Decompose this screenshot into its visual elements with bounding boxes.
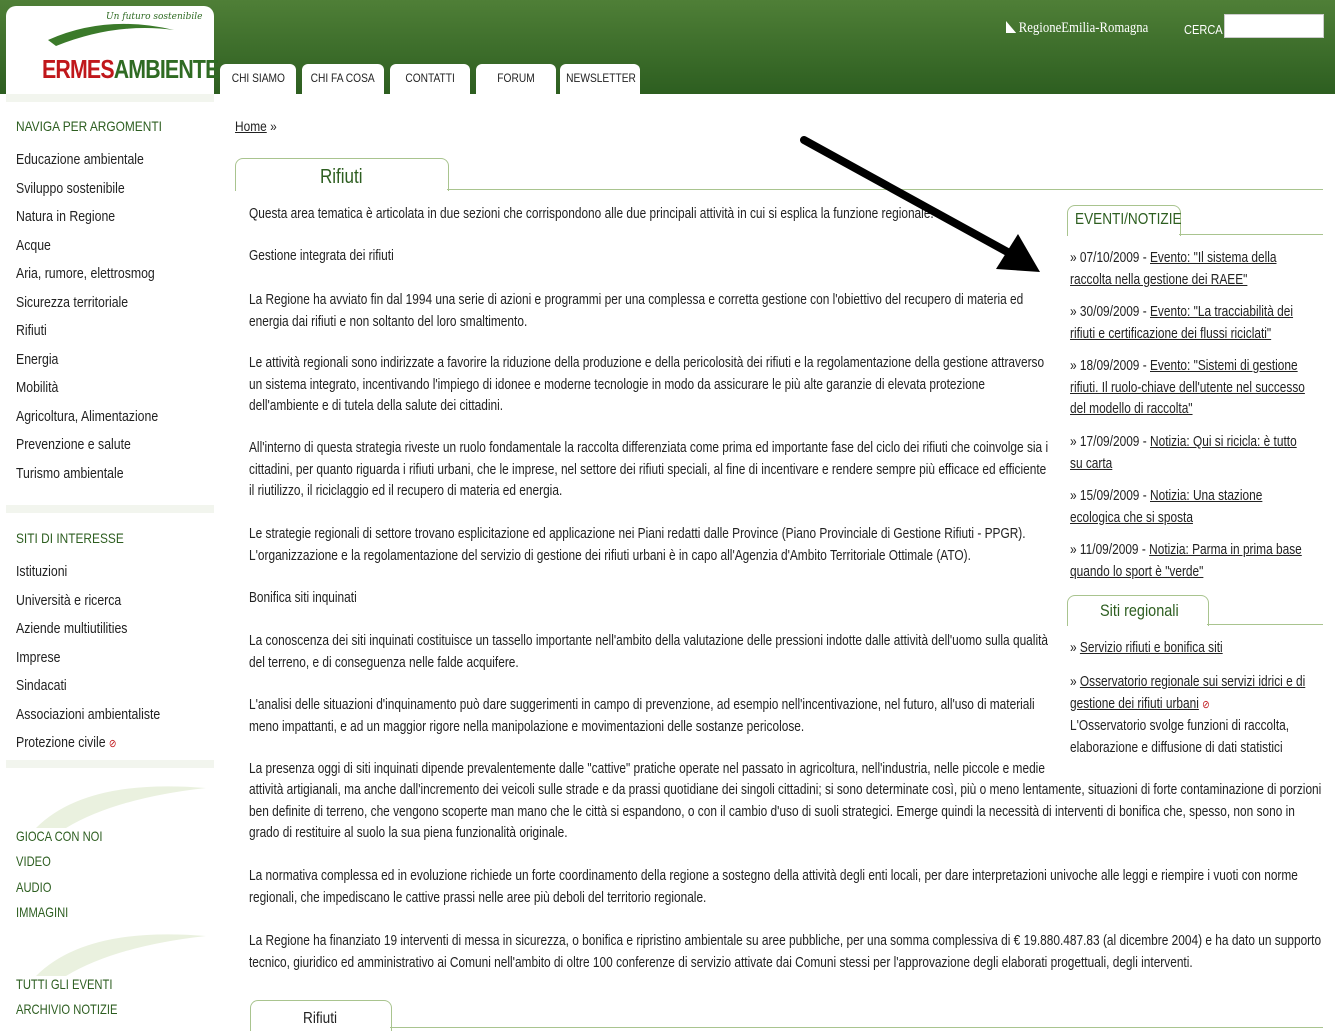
tab-label: CONTATTI xyxy=(405,71,455,85)
external-link-icon: ⊘ xyxy=(1202,698,1210,711)
paragraph-1: La Regione ha avviato fin dal 1994 una s… xyxy=(249,292,1024,330)
sidebar-item-rifiuti[interactable]: Rifiuti xyxy=(16,322,47,339)
section-heading-bonifica: Bonifica siti inquinati xyxy=(249,590,357,606)
paragraph-7b: attività artigianali, ma anche dall'incr… xyxy=(249,782,1322,841)
event-item: » 17/09/2009 - Notizia: Qui si ricicla: … xyxy=(1070,434,1297,472)
sidebar-site-sindacati[interactable]: Sindacati xyxy=(16,677,67,694)
breadcrumb: Home » xyxy=(235,118,277,134)
tab-chi-fa-cosa[interactable]: CHI FA COSA xyxy=(302,64,384,94)
sidebar-link-tutti-eventi[interactable]: TUTTI GLI EVENTI xyxy=(16,976,112,992)
paragraph-2: Le attività regionali sono indirizzate a… xyxy=(249,355,1045,414)
event-date: 30/09/2009 xyxy=(1079,304,1140,320)
breadcrumb-home-link[interactable]: Home xyxy=(235,118,267,134)
sidebar-site-istituzioni[interactable]: Istituzioni xyxy=(16,563,67,580)
site-logo[interactable]: Un futuro sostenibile ERMESAMBIENTE xyxy=(6,6,219,94)
sidebar-heading-sites: SITI DI INTERESSE xyxy=(16,530,124,546)
event-date: 15/09/2009 xyxy=(1079,488,1140,504)
region-flag-icon xyxy=(1006,21,1017,33)
paragraph-4b: L'organizzazione e la regolamentazione d… xyxy=(249,548,971,564)
sidebar-item-aria[interactable]: Aria, rumore, elettrosmog xyxy=(16,265,155,282)
paragraph-7a: La presenza oggi di siti inquinati dipen… xyxy=(249,761,1045,777)
tab-label: NEWSLETTER xyxy=(566,71,636,85)
sidebar-heading-topics: NAVIGA PER ARGOMENTI xyxy=(16,118,162,134)
section-heading-gestione: Gestione integrata dei rifiuti xyxy=(249,248,394,264)
sidebar-site-universita[interactable]: Università e ricerca xyxy=(16,592,121,609)
sidebar-site-aziende[interactable]: Aziende multiutilities xyxy=(16,620,127,637)
sidebar-item-turismo[interactable]: Turismo ambientale xyxy=(16,465,124,482)
region-logo[interactable]: RegioneEmilia-Romagna xyxy=(1006,20,1148,37)
tab-label: FORUM xyxy=(497,71,535,85)
sidebar-link-archivio[interactable]: ARCHIVIO NOTIZIE xyxy=(16,1001,117,1017)
tab-label: CHI SIAMO xyxy=(231,71,285,85)
region-name: RegioneEmilia-Romagna xyxy=(1018,20,1149,36)
tab-newsletter[interactable]: NEWSLETTER xyxy=(560,64,640,94)
external-link-icon: ⊘ xyxy=(108,738,117,750)
tab-chi-siamo[interactable]: CHI SIAMO xyxy=(220,64,296,94)
event-date: 07/10/2009 xyxy=(1079,250,1140,266)
sidebar-item-natura[interactable]: Natura in Regione xyxy=(16,208,115,225)
event-date: 18/09/2009 xyxy=(1079,358,1140,374)
annotation-arrow-icon xyxy=(800,136,1040,272)
event-item: » 11/09/2009 - Notizia: Parma in prima b… xyxy=(1070,542,1302,580)
paragraph-4a: Le strategie regionali di settore trovan… xyxy=(249,526,1026,542)
regional-site-link[interactable]: Osservatorio regionale sui servizi idric… xyxy=(1070,674,1305,712)
sidebar-item-prevenzione[interactable]: Prevenzione e salute xyxy=(16,436,131,453)
event-item: » 15/09/2009 - Notizia: Una stazione eco… xyxy=(1070,488,1263,526)
paragraph-6: L'analisi delle situazioni d'inquinament… xyxy=(249,697,1035,735)
breadcrumb-separator: » xyxy=(270,118,277,134)
header-bar: Un futuro sostenibile ERMESAMBIENTE Regi… xyxy=(0,0,1335,94)
sidebar-item-energia[interactable]: Energia xyxy=(16,351,58,368)
search-label: CERCA xyxy=(1184,22,1223,37)
footer-tab-title: Rifiuti xyxy=(303,1010,338,1027)
sidebar-item-acque[interactable]: Acque xyxy=(16,237,51,254)
sidebar-link-video[interactable]: VIDEO xyxy=(16,853,51,869)
sidebar-swoosh-icon xyxy=(36,786,206,828)
sidebar-site-label: Protezione civile xyxy=(16,734,106,751)
sidebar-divider xyxy=(6,505,214,513)
paragraph-8: La normativa complessa ed in evoluzione … xyxy=(249,868,1298,906)
sidebar-item-mobilita[interactable]: Mobilità xyxy=(16,379,58,396)
regional-site-description: L'Osservatorio svolge funzioni di raccol… xyxy=(1070,718,1290,756)
page-title: Rifiuti xyxy=(320,166,363,188)
event-item: » 18/09/2009 - Evento: "Sistemi di gesti… xyxy=(1070,358,1305,417)
sidebar-site-associazioni[interactable]: Associazioni ambientaliste xyxy=(16,706,160,723)
regional-site-item: » Osservatorio regionale sui servizi idr… xyxy=(1070,674,1306,756)
search-input[interactable] xyxy=(1224,14,1324,38)
sidebar-item-agricoltura[interactable]: Agricoltura, Alimentazione xyxy=(16,408,158,425)
sidebar-link-gioca[interactable]: GIOCA CON NOI xyxy=(16,828,103,844)
sidebar-swoosh-icon xyxy=(36,934,206,976)
tab-forum[interactable]: FORUM xyxy=(476,64,556,94)
events-tab-line xyxy=(1179,234,1323,235)
sidebar-divider xyxy=(6,760,214,768)
event-date: 11/09/2009 xyxy=(1079,542,1139,558)
sidebar-link-audio[interactable]: AUDIO xyxy=(16,879,51,895)
tab-label: CHI FA COSA xyxy=(310,71,376,85)
sidebar-site-imprese[interactable]: Imprese xyxy=(16,649,60,666)
logo-swoosh-icon xyxy=(48,23,174,46)
logo-tagline: Un futuro sostenibile xyxy=(106,12,203,22)
regional-sites-tab-line xyxy=(1207,624,1323,625)
tab-contatti[interactable]: CONTATTI xyxy=(390,64,470,94)
regional-site-item: » Servizio rifiuti e bonifica siti xyxy=(1070,640,1223,656)
sidebar-top-divider xyxy=(6,94,214,102)
sidebar-item-sviluppo[interactable]: Sviluppo sostenibile xyxy=(16,180,125,197)
logo-part2: AMBIENTE xyxy=(113,54,220,84)
sidebar-site-protezione-civile[interactable]: Protezione civile ⊘ xyxy=(16,734,116,751)
events-heading: EVENTI/NOTIZIE xyxy=(1075,211,1182,228)
event-item: » 30/09/2009 - Evento: "La tracciabilità… xyxy=(1070,304,1294,342)
regional-sites-heading: Siti regionali xyxy=(1100,601,1179,620)
paragraph-5: La conoscenza dei siti inquinati costitu… xyxy=(249,633,1049,671)
regional-site-link[interactable]: Servizio rifiuti e bonifica siti xyxy=(1080,640,1223,656)
event-date: 17/09/2009 xyxy=(1079,434,1140,450)
paragraph-9: La Regione ha finanziato 19 interventi d… xyxy=(249,933,1322,971)
paragraph-3: All'interno di questa strategia riveste … xyxy=(249,440,1049,499)
sidebar-item-sicurezza[interactable]: Sicurezza territoriale xyxy=(16,294,128,311)
sidebar-item-educazione[interactable]: Educazione ambientale xyxy=(16,151,144,168)
logo-wordmark: ERMESAMBIENTE xyxy=(42,54,219,85)
event-item: » 07/10/2009 - Evento: "Il sistema della… xyxy=(1070,250,1277,288)
logo-part1: ERMES xyxy=(42,54,115,84)
